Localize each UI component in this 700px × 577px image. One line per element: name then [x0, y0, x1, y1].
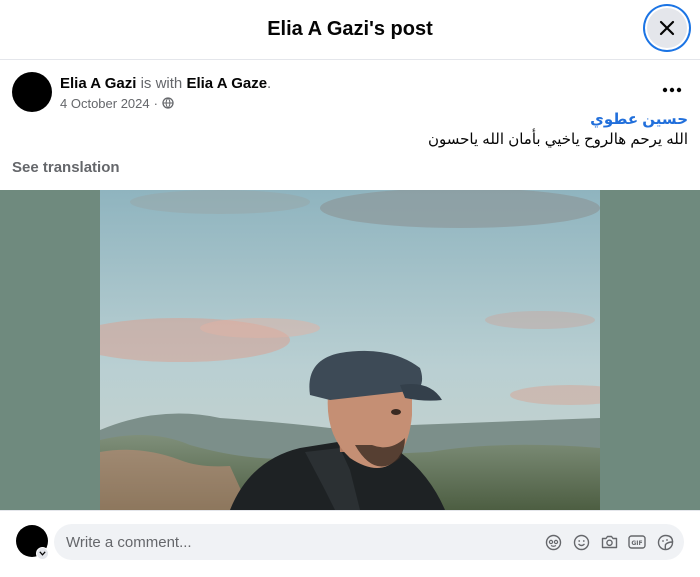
period: .: [267, 74, 272, 92]
emoji-button[interactable]: [572, 533, 590, 551]
date-line: 4 October 2024 ·: [60, 96, 271, 111]
author-line: Elia A Gazi is with Elia A Gaze.: [60, 74, 271, 94]
gif-icon: GIF: [628, 535, 646, 549]
post-media: [0, 190, 700, 510]
dialog-title: Elia A Gazi's post: [267, 18, 433, 40]
chevron-down-icon: [39, 551, 46, 556]
svg-text:GIF: GIF: [631, 540, 642, 547]
comment-tools: GIF: [544, 533, 674, 551]
close-icon: [659, 20, 675, 36]
post-text: حسين عطوي الله يرحم هالروح ياخيي بأمان ا…: [428, 110, 688, 150]
post-photo[interactable]: [100, 190, 600, 510]
date-separator: ·: [153, 95, 158, 111]
avatar-sticker-icon: [545, 534, 561, 550]
photo-illustration: [100, 190, 600, 510]
more-icon: [662, 87, 682, 93]
comment-bar: GIF: [0, 510, 700, 577]
author-name[interactable]: Elia A Gazi: [60, 75, 136, 92]
tagged-name[interactable]: Elia A Gaze: [186, 75, 267, 92]
author-avatar[interactable]: [12, 72, 52, 112]
profile-switch-badge[interactable]: [36, 547, 49, 560]
post-date[interactable]: 4 October 2024: [60, 96, 150, 111]
avatar-sticker-button[interactable]: [544, 533, 562, 551]
with-text: is with: [140, 74, 183, 92]
sticker-icon: [657, 534, 673, 550]
mention-link[interactable]: حسين عطوي: [428, 110, 688, 130]
post-message: الله يرحم هالروح ياخيي بأمان الله ياحسون: [427, 131, 688, 148]
camera-icon: [601, 535, 617, 549]
camera-button[interactable]: [600, 533, 618, 551]
gif-button[interactable]: GIF: [628, 533, 646, 551]
comment-box: GIF: [54, 524, 684, 560]
post-header: Elia A Gazi is with Elia A Gaze. 4 Octob…: [12, 72, 271, 112]
comment-input[interactable]: [66, 533, 544, 551]
globe-icon: [162, 97, 174, 109]
sticker-button[interactable]: [656, 533, 674, 551]
post-dialog-header: Elia A Gazi's post: [0, 0, 700, 60]
see-translation-link[interactable]: See translation: [12, 159, 120, 176]
more-options-button[interactable]: [658, 80, 686, 100]
emoji-icon: [573, 534, 589, 550]
close-button[interactable]: [647, 8, 687, 48]
